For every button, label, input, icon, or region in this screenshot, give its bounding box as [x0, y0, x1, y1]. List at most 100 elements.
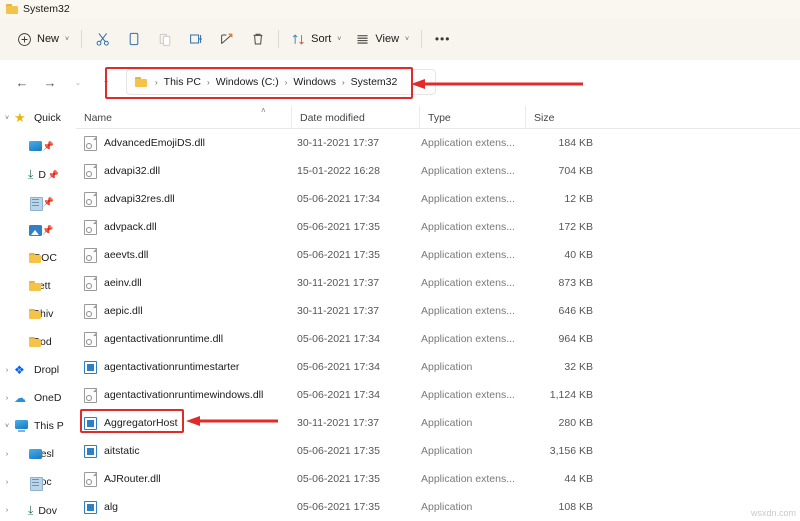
- back-button[interactable]: ←: [8, 68, 36, 96]
- sidebar-item-8[interactable]: Sod: [0, 328, 76, 356]
- table-row[interactable]: alg 05-06-2021 17:35 Application 108 KB: [76, 493, 800, 521]
- file-name-cell[interactable]: advpack.dll: [84, 219, 157, 235]
- sidebar-item-label: Dov: [38, 505, 57, 517]
- dll-file-icon: [84, 247, 97, 263]
- sidebar-item-6[interactable]: Lett: [0, 272, 76, 300]
- sidebar-item-7[interactable]: Shiv: [0, 300, 76, 328]
- sidebar-item-label: OneD: [34, 392, 62, 404]
- file-type-cell: Application: [421, 501, 473, 513]
- copy-button[interactable]: [118, 25, 149, 53]
- sidebar-item-10[interactable]: › ☁ OneD: [0, 384, 76, 412]
- forward-button[interactable]: →: [36, 68, 64, 96]
- tab-label: System32: [23, 3, 70, 15]
- file-name-cell[interactable]: aepic.dll: [84, 303, 143, 319]
- file-type-cell: Application: [421, 445, 473, 457]
- expander-icon[interactable]: ›: [0, 367, 14, 374]
- file-name-cell[interactable]: alg: [84, 500, 118, 514]
- sidebar-item-11[interactable]: ˅ This P: [0, 412, 76, 440]
- cut-button[interactable]: [87, 25, 118, 53]
- file-name-label: AggregatorHost: [104, 417, 178, 429]
- exe-file-icon: [84, 444, 97, 458]
- sort-arrows-icon: [291, 32, 306, 47]
- table-row[interactable]: aepic.dll 30-11-2021 17:37 Application ext…: [76, 297, 800, 325]
- toolbar-divider: [81, 30, 83, 48]
- file-name-cell[interactable]: AggregatorHost: [84, 416, 178, 430]
- sidebar-item-1[interactable]: D 📌: [0, 132, 76, 160]
- table-row[interactable]: agentactivationruntimewindows.dll 05-06-2…: [76, 381, 800, 409]
- file-size-cell: 184 KB: [558, 137, 593, 149]
- table-row[interactable]: advapi32res.dll 05-06-2021 17:34 Applicati…: [76, 185, 800, 213]
- dll-file-icon: [84, 331, 97, 347]
- new-button[interactable]: New ˅: [10, 25, 76, 53]
- table-row[interactable]: AJRouter.dll 05-06-2021 17:35 Application …: [76, 465, 800, 493]
- file-list[interactable]: AdvancedEmojiDS.dll 30-11-2021 17:37 Appli…: [76, 129, 800, 521]
- sidebar-item-5[interactable]: GOC: [0, 244, 76, 272]
- table-row[interactable]: agentactivationruntimestarter 05-06-2021 …: [76, 353, 800, 381]
- table-row[interactable]: aeinv.dll 30-11-2021 17:37 Application ext…: [76, 269, 800, 297]
- file-type-cell: Application extens...: [421, 473, 515, 485]
- sidebar-item-12[interactable]: › Desl: [0, 440, 76, 468]
- expander-icon[interactable]: ˅: [0, 115, 14, 122]
- sidebar-item-0[interactable]: ˅ ★ Quick: [0, 104, 76, 132]
- file-name-cell[interactable]: aeinv.dll: [84, 275, 142, 291]
- paste-button[interactable]: [149, 25, 180, 53]
- dll-file-icon: [84, 191, 97, 207]
- recent-locations-button[interactable]: ⌄: [64, 68, 92, 96]
- breadcrumb-item-windows[interactable]: Windows: [293, 76, 336, 88]
- this-pc-icon: [14, 419, 29, 433]
- pin-icon: 📌: [47, 170, 60, 180]
- file-name-cell[interactable]: advapi32.dll: [84, 163, 160, 179]
- file-name-cell[interactable]: advapi32res.dll: [84, 191, 175, 207]
- expander-icon[interactable]: ›: [0, 479, 14, 486]
- breadcrumb-item-system32[interactable]: System32: [351, 76, 398, 88]
- table-row[interactable]: aeevts.dll 05-06-2021 17:35 Application ex…: [76, 241, 800, 269]
- column-header-type[interactable]: Type: [419, 106, 525, 129]
- more-options-button[interactable]: •••: [427, 25, 458, 53]
- sort-button[interactable]: Sort ˅: [284, 25, 348, 53]
- file-name-cell[interactable]: aeevts.dll: [84, 247, 148, 263]
- breadcrumb-item-this-pc[interactable]: This PC: [164, 76, 201, 88]
- file-name-cell[interactable]: AdvancedEmojiDS.dll: [84, 135, 205, 151]
- breadcrumb[interactable]: › This PC › Windows (C:) › Windows › Sys…: [126, 69, 436, 95]
- breadcrumb-separator: ›: [341, 77, 345, 87]
- file-name-cell[interactable]: aitstatic: [84, 444, 140, 458]
- rename-button[interactable]: [180, 25, 211, 53]
- file-name-cell[interactable]: agentactivationruntimewindows.dll: [84, 387, 263, 403]
- dll-file-icon: [84, 163, 97, 179]
- sidebar-item-3[interactable]: D 📌: [0, 188, 76, 216]
- sidebar-item-9[interactable]: › ❖ Dropl: [0, 356, 76, 384]
- column-header-size[interactable]: Size: [525, 106, 605, 129]
- expander-icon[interactable]: ›: [0, 507, 14, 514]
- file-date-cell: 05-06-2021 17:34: [297, 389, 380, 401]
- sidebar-item-14[interactable]: › ⤓ Dov: [0, 496, 76, 521]
- view-button[interactable]: View ˅: [348, 25, 416, 53]
- expander-icon[interactable]: ›: [0, 395, 14, 402]
- column-header-date-modified[interactable]: Date modified: [291, 106, 419, 129]
- sidebar-item-2[interactable]: ⤓ D 📌: [0, 160, 76, 188]
- chevron-down-icon: ˅: [65, 35, 70, 43]
- sidebar-item-4[interactable]: P 📌: [0, 216, 76, 244]
- breadcrumb-item-windows-c[interactable]: Windows (C:): [216, 76, 279, 88]
- chevron-down-icon: ˅: [337, 35, 342, 43]
- expander-icon[interactable]: ›: [0, 451, 14, 458]
- file-name-cell[interactable]: agentactivationruntime.dll: [84, 331, 223, 347]
- dll-file-icon: [84, 135, 97, 151]
- column-header-name[interactable]: Name: [76, 106, 291, 129]
- navigation-pane[interactable]: ˅ ★ Quick D 📌 ⤓ D 📌 D 📌 P 📌 GOC Lett Shiv Sod › ❖ Dropl › ☁ O…: [0, 104, 76, 521]
- table-row[interactable]: AggregatorHost 30-11-2021 17:37 Applicatio…: [76, 409, 800, 437]
- table-row[interactable]: aitstatic 05-06-2021 17:35 Application 3,15…: [76, 437, 800, 465]
- expander-icon[interactable]: ˅: [0, 423, 14, 430]
- file-name-label: advpack.dll: [104, 221, 157, 233]
- scissors-icon: [95, 31, 111, 47]
- table-row[interactable]: agentactivationruntime.dll 05-06-2021 17:…: [76, 325, 800, 353]
- up-button[interactable]: ↑: [92, 68, 120, 96]
- explorer-tab[interactable]: System32: [6, 1, 70, 17]
- file-name-cell[interactable]: agentactivationruntimestarter: [84, 360, 239, 374]
- file-name-cell[interactable]: AJRouter.dll: [84, 471, 161, 487]
- delete-button[interactable]: [242, 25, 273, 53]
- table-row[interactable]: AdvancedEmojiDS.dll 30-11-2021 17:37 Appli…: [76, 129, 800, 157]
- sidebar-item-13[interactable]: › Doc: [0, 468, 76, 496]
- table-row[interactable]: advpack.dll 05-06-2021 17:35 Application e…: [76, 213, 800, 241]
- share-button[interactable]: [211, 25, 242, 53]
- table-row[interactable]: advapi32.dll 15-01-2022 16:28 Application …: [76, 157, 800, 185]
